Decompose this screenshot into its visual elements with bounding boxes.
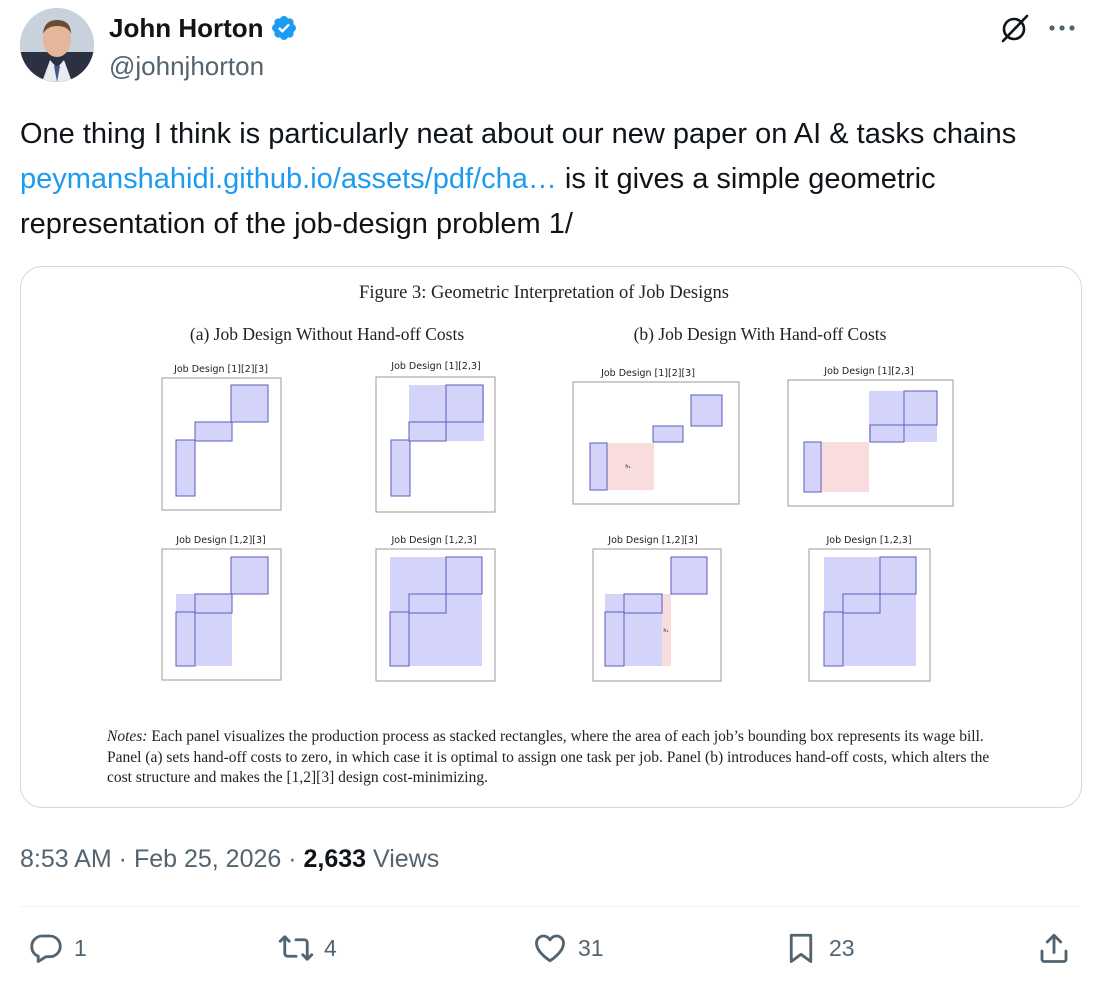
subplot-b1-title: Job Design [1][2][3] [600,368,695,379]
more-icon[interactable] [1044,12,1080,44]
panel-a-title: (a) Job Design Without Hand-off Costs [190,324,464,344]
tweet-meta: 8:53 AM · Feb 25, 2026 · 2,633 Views [20,842,439,876]
heart-icon [535,934,565,963]
figure-notes: Notes: Each panel visualizes the product… [107,727,1007,789]
subplot-a2-title: Job Design [1][2,3] [390,361,480,372]
repost-icon [278,935,314,961]
reply-count: 1 [74,934,87,961]
subplot-a4: Job Design [1,2,3] [375,535,496,682]
subplot-b3-title: Job Design [1,2][3] [607,535,697,546]
subplot-a1: Job Design [1][2][3] [161,364,282,511]
tweet-text: One thing I think is particularly neat a… [20,112,1080,247]
bookmark-button[interactable]: 23 [783,930,855,966]
subplot-b3: Job Design [1,2][3] h₁ [592,535,722,682]
notes-label: Notes: [107,728,148,745]
subplot-a2: Job Design [1][2,3] [375,361,496,513]
views-label: Views [373,845,440,873]
tweet-text-part-1: One thing I think is particularly neat a… [20,118,1017,150]
subplot-b2: Job Design [1][2,3] [787,366,954,507]
repost-button[interactable]: 4 [278,930,337,966]
bookmark-icon [789,933,813,963]
subplot-a4-title: Job Design [1,2,3] [390,535,476,546]
author-name[interactable]: John Horton [109,12,264,44]
paper-link[interactable]: peymanshahidi.github.io/assets/pdf/cha… [20,163,557,195]
figure-title: Figure 3: Geometric Interpretation of Jo… [359,283,729,303]
subplot-b4: Job Design [1,2,3] [808,535,931,682]
reply-icon [30,934,62,963]
avatar[interactable] [20,8,94,82]
subplot-a1-title: Job Design [1][2][3] [173,364,268,375]
tweet-date[interactable]: Feb 25, 2026 [134,845,281,873]
panel-b-title: (b) Job Design With Hand-off Costs [634,324,887,344]
subplot-b2-title: Job Design [1][2,3] [823,366,913,377]
notes-text: Each panel visualizes the production pro… [107,728,990,786]
subplot-a3-title: Job Design [1,2][3] [175,535,265,546]
share-icon [1040,933,1068,963]
subplot-b1: Job Design [1][2][3] h₁ [572,368,740,505]
tweet-time[interactable]: 8:53 AM [20,845,112,873]
figure-image: Figure 3: Geometric Interpretation of Jo… [161,283,954,682]
author-handle[interactable]: @johnjhorton [109,50,264,82]
meta-separator-1: · [111,845,134,873]
views-count: 2,633 [303,845,367,873]
svg-text:h₁: h₁ [625,464,630,470]
meta-separator-2: · [281,845,304,873]
subplot-b4-title: Job Design [1,2,3] [825,535,911,546]
reply-button[interactable]: 1 [28,930,87,966]
grok-icon[interactable] [998,12,1030,44]
divider [20,906,1080,907]
verified-badge-icon [271,16,296,40]
share-button[interactable] [1036,930,1072,966]
like-count: 31 [578,934,604,961]
author-name-row[interactable]: John Horton [109,12,298,44]
like-button[interactable]: 31 [532,930,604,966]
subplot-a3: Job Design [1,2][3] [161,535,282,681]
bookmark-count: 23 [829,934,855,961]
media-card[interactable]: Figure 3: Geometric Interpretation of Jo… [20,266,1082,808]
svg-text:h₁: h₁ [663,628,668,634]
repost-count: 4 [324,934,337,961]
